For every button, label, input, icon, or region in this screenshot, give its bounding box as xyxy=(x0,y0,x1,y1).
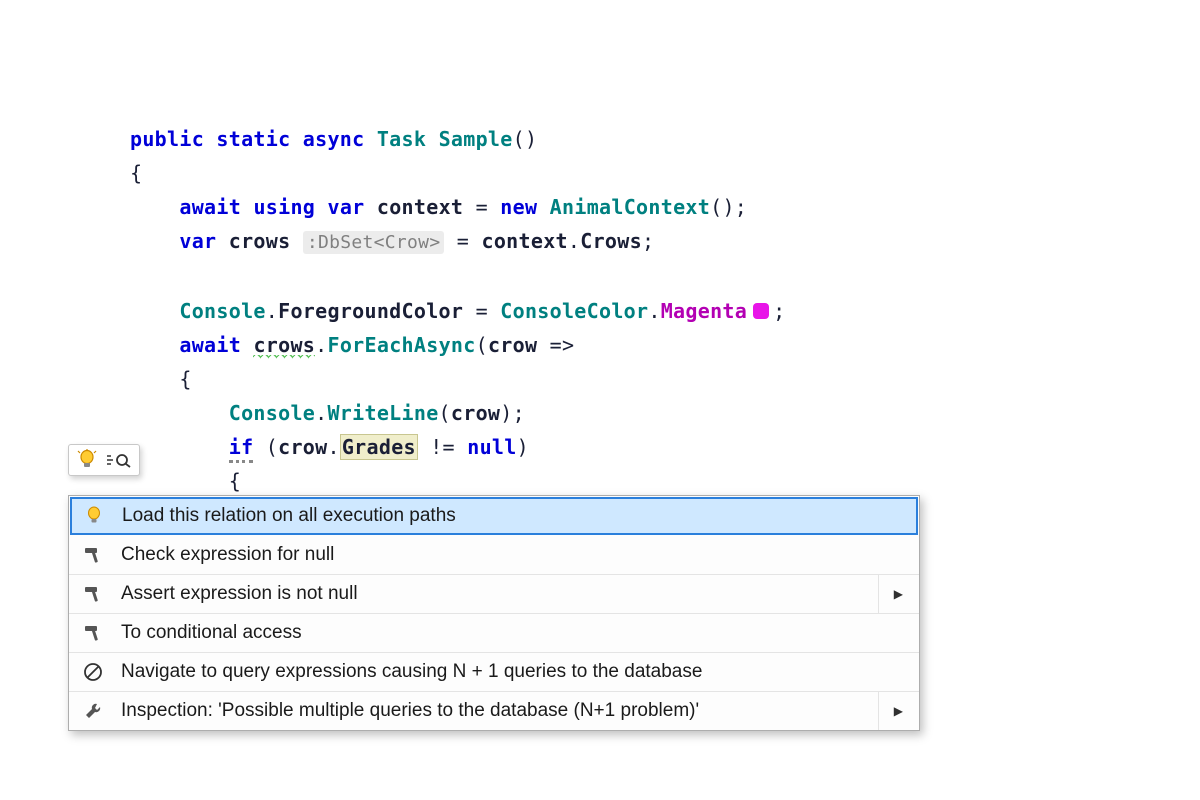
navigate-icon xyxy=(79,662,107,682)
code-line: { xyxy=(130,367,192,391)
brace-open: { xyxy=(130,161,142,185)
hammer-icon xyxy=(79,584,107,604)
hammer-icon xyxy=(79,545,107,565)
code-line: if (crow.Grades != null) xyxy=(130,434,529,463)
menu-item-check-null[interactable]: Check expression for null xyxy=(69,536,919,574)
color-swatch-icon xyxy=(753,303,769,319)
quick-actions-button[interactable] xyxy=(68,444,140,476)
hammer-icon xyxy=(79,623,107,643)
menu-item-conditional-access[interactable]: To conditional access xyxy=(69,613,919,652)
menu-item-load-relation[interactable]: Load this relation on all execution path… xyxy=(70,497,918,535)
menu-item-label: Navigate to query expressions causing N … xyxy=(121,661,909,683)
chevron-right-icon: ▶ xyxy=(894,704,909,718)
divider xyxy=(878,692,879,730)
menu-item-label: Assert expression is not null xyxy=(121,583,880,605)
code-line: await crows.ForEachAsync(crow => xyxy=(130,333,574,359)
code-line: { xyxy=(130,469,241,493)
code-line: await using var context = new AnimalCont… xyxy=(130,195,747,219)
menu-item-label: To conditional access xyxy=(121,622,909,644)
wrench-icon xyxy=(79,701,107,721)
code-editor[interactable]: public static async Task Sample() { awai… xyxy=(0,0,1200,532)
code-line: Console.WriteLine(crow); xyxy=(130,401,525,425)
menu-item-label: Check expression for null xyxy=(121,544,909,566)
code-line: Console.ForegroundColor = ConsoleColor.M… xyxy=(130,299,785,323)
divider xyxy=(878,575,879,613)
code-line: var crows :DbSet<Crow> = context.Crows; xyxy=(130,229,654,253)
quick-actions-menu: Load this relation on all execution path… xyxy=(68,495,920,731)
menu-item-label: Load this relation on all execution path… xyxy=(122,505,908,527)
code-line: public static async Task Sample() xyxy=(130,127,537,151)
bulb-icon xyxy=(77,449,97,471)
menu-item-assert-not-null[interactable]: Assert expression is not null ▶ xyxy=(69,574,919,613)
menu-item-navigate-n1[interactable]: Navigate to query expressions causing N … xyxy=(69,652,919,691)
type-hint: :DbSet<Crow> xyxy=(303,231,445,254)
menu-item-label: Inspection: 'Possible multiple queries t… xyxy=(121,700,880,722)
chevron-right-icon: ▶ xyxy=(894,587,909,601)
menu-item-inspection-n1[interactable]: Inspection: 'Possible multiple queries t… xyxy=(69,691,919,730)
dropdown-chevron-icon xyxy=(107,452,131,468)
bulb-icon xyxy=(80,506,108,526)
